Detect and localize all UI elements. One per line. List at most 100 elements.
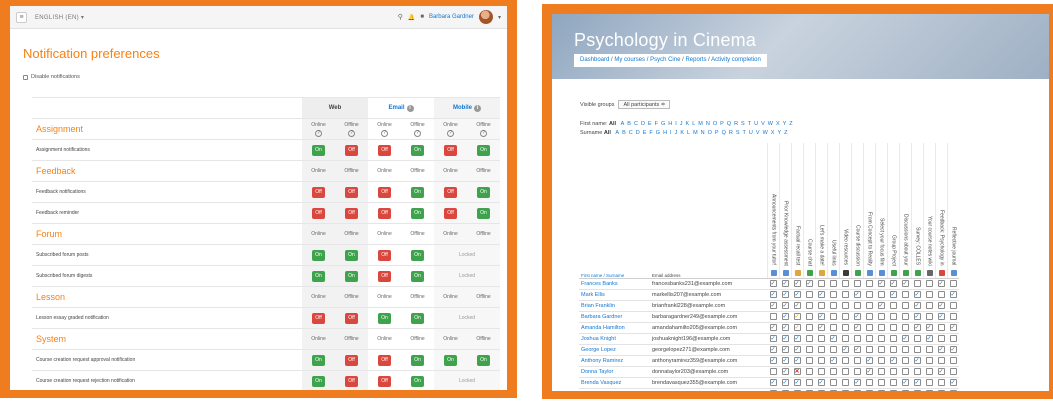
complete-checkbox-icon[interactable]: ✓ bbox=[913, 313, 921, 320]
complete-checkbox-icon[interactable]: ✓ bbox=[889, 357, 897, 364]
notification-toggle[interactable]: On bbox=[345, 270, 358, 282]
complete-checkbox-icon[interactable]: ✓ bbox=[853, 346, 861, 353]
complete-checkbox-icon[interactable]: ✓ bbox=[949, 324, 957, 331]
incomplete-checkbox-icon[interactable] bbox=[817, 357, 825, 364]
activity-column-header[interactable]: Course chat bbox=[802, 143, 815, 279]
activity-name[interactable]: Factual recall test bbox=[795, 226, 801, 265]
incomplete-checkbox-icon[interactable] bbox=[889, 335, 897, 342]
complete-checkbox-icon[interactable]: ✓ bbox=[793, 280, 801, 287]
info-icon[interactable]: i bbox=[474, 104, 481, 112]
incomplete-checkbox-icon[interactable] bbox=[913, 346, 921, 353]
complete-checkbox-icon[interactable]: ✓ bbox=[949, 346, 957, 353]
incomplete-checkbox-icon[interactable] bbox=[901, 357, 909, 364]
participant-name-link[interactable]: Frances Banks bbox=[579, 278, 650, 290]
search-icon[interactable]: ⚲ bbox=[398, 13, 403, 21]
notification-toggle[interactable]: On bbox=[411, 186, 424, 198]
notification-toggle[interactable]: On bbox=[411, 249, 424, 261]
incomplete-checkbox-icon[interactable] bbox=[877, 324, 885, 331]
activity-column-header[interactable]: Group Project bbox=[886, 143, 899, 279]
incomplete-checkbox-icon[interactable] bbox=[829, 346, 837, 353]
incomplete-checkbox-icon[interactable] bbox=[877, 390, 885, 391]
notification-toggle[interactable]: On bbox=[411, 375, 424, 387]
user-menu-name[interactable]: Barbara Gardner bbox=[429, 14, 474, 20]
incomplete-checkbox-icon[interactable] bbox=[925, 379, 933, 386]
incomplete-checkbox-icon[interactable] bbox=[949, 368, 957, 375]
notification-toggle[interactable]: Off bbox=[378, 207, 391, 219]
incomplete-checkbox-icon[interactable] bbox=[949, 302, 957, 309]
letter-filter-link[interactable]: P bbox=[720, 121, 724, 127]
letter-filter-link[interactable]: N bbox=[701, 130, 705, 136]
letter-filter-link[interactable]: K bbox=[680, 130, 684, 136]
breadcrumb-link[interactable]: Dashboard bbox=[580, 57, 609, 63]
complete-checkbox-icon[interactable]: ✓ bbox=[829, 390, 837, 391]
participant-name-link[interactable]: Brenda Vasquez bbox=[579, 377, 650, 389]
notification-toggle[interactable]: Off bbox=[378, 186, 391, 198]
activity-column-header[interactable]: Video resources bbox=[838, 143, 851, 279]
help-icon[interactable]: ? bbox=[348, 129, 355, 137]
participant-name-link[interactable]: Barbara Gardner bbox=[579, 311, 650, 323]
activity-name[interactable]: Feedback: Psychology in bbox=[939, 210, 945, 266]
activity-name[interactable]: Discussions about your bbox=[903, 214, 909, 266]
incomplete-checkbox-icon[interactable] bbox=[889, 302, 897, 309]
incomplete-checkbox-icon[interactable] bbox=[865, 324, 873, 331]
complete-checkbox-icon[interactable]: ✓ bbox=[817, 313, 825, 320]
incomplete-checkbox-icon[interactable] bbox=[805, 357, 813, 364]
incomplete-checkbox-icon[interactable] bbox=[805, 379, 813, 386]
incomplete-checkbox-icon[interactable] bbox=[805, 390, 813, 391]
incomplete-checkbox-icon[interactable] bbox=[913, 280, 921, 287]
incomplete-checkbox-icon[interactable] bbox=[829, 324, 837, 331]
incomplete-checkbox-icon[interactable] bbox=[949, 335, 957, 342]
help-icon[interactable]: ? bbox=[381, 129, 388, 137]
incomplete-checkbox-icon[interactable] bbox=[829, 368, 837, 375]
letter-filter-link[interactable]: D bbox=[636, 130, 640, 136]
incomplete-checkbox-icon[interactable] bbox=[877, 335, 885, 342]
letter-filter-link[interactable]: E bbox=[643, 130, 647, 136]
complete-checkbox-icon[interactable]: ✓ bbox=[937, 280, 945, 287]
notification-toggle[interactable]: On bbox=[411, 144, 424, 156]
participant-name-link[interactable]: Mark Ellis bbox=[579, 289, 650, 301]
letter-filter-link[interactable]: G bbox=[656, 130, 660, 136]
notification-toggle[interactable]: Off bbox=[312, 207, 325, 219]
letter-filter-link[interactable]: U bbox=[749, 130, 753, 136]
letter-filter-link[interactable]: B bbox=[622, 130, 626, 136]
complete-checkbox-icon[interactable]: ✓ bbox=[889, 291, 897, 298]
complete-checkbox-icon[interactable]: ✓ bbox=[781, 302, 789, 309]
complete-checkbox-icon[interactable]: ✓ bbox=[853, 379, 861, 386]
notification-toggle[interactable]: On bbox=[378, 312, 391, 324]
activity-name[interactable]: Prior Knowledge assessment bbox=[783, 201, 789, 266]
incomplete-checkbox-icon[interactable] bbox=[829, 291, 837, 298]
breadcrumb-link[interactable]: My courses bbox=[614, 57, 645, 63]
incomplete-checkbox-icon[interactable] bbox=[805, 291, 813, 298]
complete-checkbox-icon[interactable]: ✓ bbox=[937, 313, 945, 320]
incomplete-checkbox-icon[interactable] bbox=[841, 313, 849, 320]
incomplete-checkbox-icon[interactable] bbox=[805, 313, 813, 320]
letter-filter-link[interactable]: R bbox=[734, 121, 738, 127]
complete-checkbox-icon[interactable]: ✓ bbox=[853, 324, 861, 331]
incomplete-checkbox-icon[interactable] bbox=[841, 368, 849, 375]
notification-toggle[interactable]: Off bbox=[378, 354, 391, 366]
letter-filter-link[interactable]: H bbox=[668, 121, 672, 127]
letter-filter-link[interactable]: G bbox=[661, 121, 665, 127]
breadcrumb-link[interactable]: Reports bbox=[685, 57, 706, 63]
letter-filter-link[interactable]: U bbox=[754, 121, 758, 127]
letter-filter-link[interactable]: X bbox=[771, 130, 775, 136]
incomplete-checkbox-icon[interactable] bbox=[805, 368, 813, 375]
complete-checkbox-icon[interactable]: ✓ bbox=[925, 390, 933, 391]
notification-toggle[interactable]: Off bbox=[444, 207, 457, 219]
notification-toggle[interactable]: Off bbox=[345, 144, 358, 156]
notification-toggle[interactable]: On bbox=[312, 144, 325, 156]
letter-filter-link[interactable]: M bbox=[693, 130, 698, 136]
letter-filter-link[interactable]: W bbox=[763, 130, 768, 136]
incomplete-checkbox-icon[interactable] bbox=[829, 379, 837, 386]
notification-toggle[interactable]: On bbox=[477, 354, 490, 366]
incomplete-checkbox-icon[interactable] bbox=[817, 368, 825, 375]
notification-toggle[interactable]: Off bbox=[345, 354, 358, 366]
incomplete-checkbox-icon[interactable] bbox=[877, 346, 885, 353]
letter-filter-link[interactable]: T bbox=[748, 121, 751, 127]
complete-checkbox-icon[interactable]: ✓ bbox=[781, 280, 789, 287]
notification-toggle[interactable]: On bbox=[411, 354, 424, 366]
notification-toggle[interactable]: Off bbox=[378, 375, 391, 387]
incomplete-checkbox-icon[interactable] bbox=[841, 280, 849, 287]
incomplete-checkbox-icon[interactable] bbox=[937, 357, 945, 364]
email-column-header[interactable]: Email i bbox=[368, 97, 434, 119]
